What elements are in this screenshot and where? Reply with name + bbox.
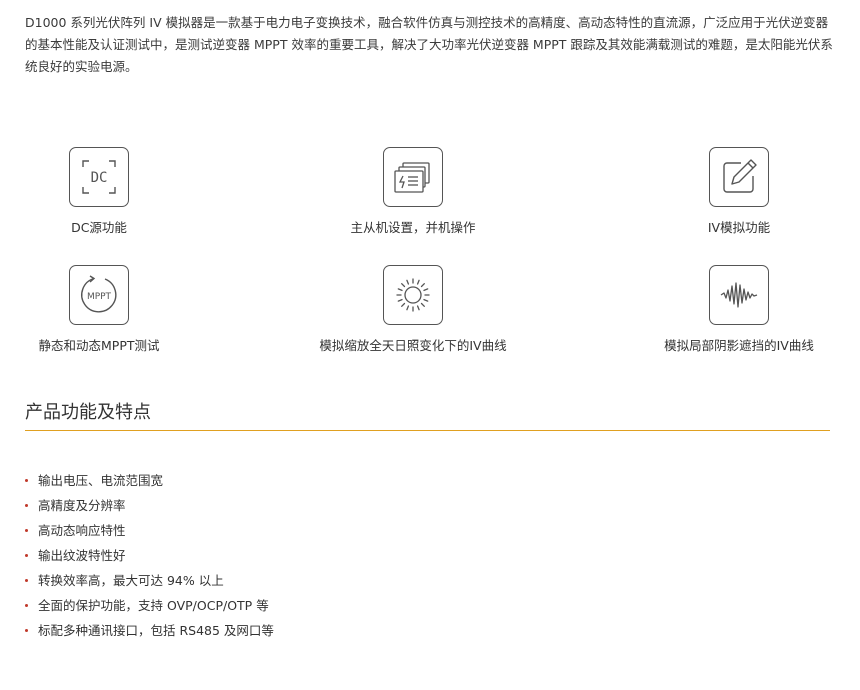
feature-sun: 模拟缩放全天日照变化下的IV曲线 bbox=[303, 265, 523, 354]
parallel-power-icon bbox=[383, 147, 443, 207]
list-item-text: 全面的保护功能，支持 OVP/OCP/OTP 等 bbox=[38, 598, 269, 613]
feature-label: 模拟缩放全天日照变化下的IV曲线 bbox=[319, 338, 507, 353]
waveform-icon bbox=[709, 265, 769, 325]
list-item-text: 输出纹波特性好 bbox=[38, 548, 126, 563]
feature-label: 主从机设置，并机操作 bbox=[350, 220, 476, 235]
feature-iv: IV模拟功能 bbox=[629, 147, 849, 236]
list-item: 输出电压、电流范围宽 bbox=[25, 468, 274, 493]
list-item: 高精度及分辨率 bbox=[25, 493, 274, 518]
bullet-icon bbox=[25, 579, 28, 582]
list-item-text: 标配多种通讯接口，包括 RS485 及网口等 bbox=[38, 623, 274, 638]
feature-parallel: 主从机设置，并机操作 bbox=[303, 147, 523, 236]
bullet-icon bbox=[25, 479, 28, 482]
sun-icon bbox=[383, 265, 443, 325]
list-item: 全面的保护功能，支持 OVP/OCP/OTP 等 bbox=[25, 593, 274, 618]
mppt-icon-text: MPPT bbox=[87, 292, 112, 302]
dc-icon: DC bbox=[69, 147, 129, 207]
list-item: 高动态响应特性 bbox=[25, 518, 274, 543]
list-item: 输出纹波特性好 bbox=[25, 543, 274, 568]
mppt-icon: MPPT bbox=[69, 265, 129, 325]
list-item-text: 输出电压、电流范围宽 bbox=[38, 473, 164, 488]
section-divider bbox=[25, 430, 830, 431]
bullet-icon bbox=[25, 554, 28, 557]
bullet-icon bbox=[25, 629, 28, 632]
dc-icon-text: DC bbox=[91, 170, 108, 186]
bullet-icon bbox=[25, 504, 28, 507]
feature-label: DC源功能 bbox=[71, 220, 127, 235]
list-item: 标配多种通讯接口，包括 RS485 及网口等 bbox=[25, 618, 274, 643]
list-item-text: 高精度及分辨率 bbox=[38, 498, 126, 513]
edit-icon bbox=[709, 147, 769, 207]
feature-shadow: 模拟局部阴影遮挡的IV曲线 bbox=[629, 265, 849, 354]
feature-label: 模拟局部阴影遮挡的IV曲线 bbox=[664, 338, 814, 353]
feature-label: 静态和动态MPPT测试 bbox=[38, 338, 160, 353]
bullet-icon bbox=[25, 529, 28, 532]
feature-dc: DC DC源功能 bbox=[0, 147, 209, 236]
list-item-text: 转换效率高，最大可达 94% 以上 bbox=[38, 573, 224, 588]
feature-label: IV模拟功能 bbox=[707, 220, 771, 235]
section-title: 产品功能及特点 bbox=[25, 402, 151, 423]
list-item-text: 高动态响应特性 bbox=[38, 523, 126, 538]
intro-paragraph: D1000 系列光伏阵列 IV 模拟器是一款基于电力电子变换技术，融合软件仿真与… bbox=[25, 15, 833, 74]
feature-mppt: MPPT 静态和动态MPPT测试 bbox=[0, 265, 209, 354]
bullet-icon bbox=[25, 604, 28, 607]
list-item: 转换效率高，最大可达 94% 以上 bbox=[25, 568, 274, 593]
feature-list: 输出电压、电流范围宽 高精度及分辨率 高动态响应特性 输出纹波特性好 转换效率高… bbox=[25, 468, 274, 643]
